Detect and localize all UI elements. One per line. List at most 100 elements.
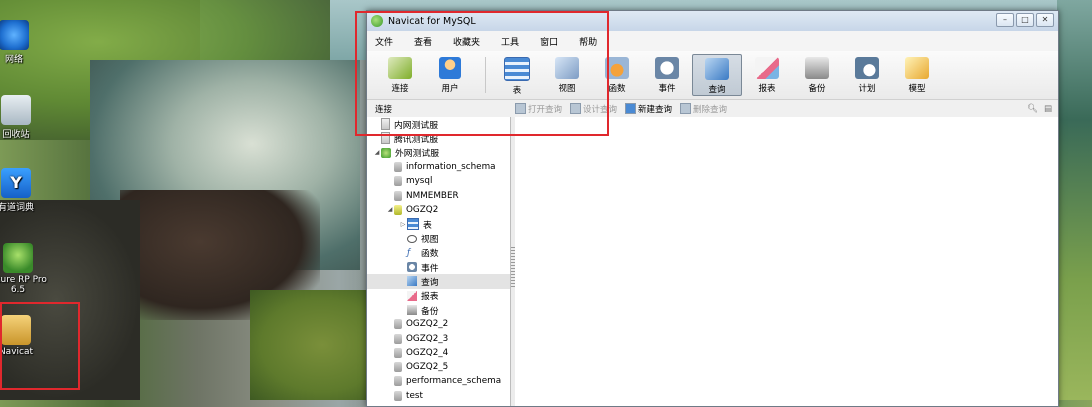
tree-item[interactable]: mysql (367, 174, 510, 188)
tree-item[interactable]: NMMEMBER (367, 188, 510, 202)
toolbar-report-button[interactable]: 报表 (742, 54, 792, 96)
toolbar-label: 函数 (608, 84, 626, 94)
pane-splitter[interactable] (511, 117, 515, 406)
tree-item-label: 外网测试服 (395, 149, 439, 160)
tree-item-label: 查询 (421, 277, 439, 288)
toolbar-backup-button[interactable]: 备份 (792, 54, 842, 96)
tree-item[interactable]: 视图 (367, 231, 510, 245)
tree-item-label: OGZQ2 (406, 204, 439, 215)
desktop-icon-network[interactable]: 网络 (0, 20, 42, 65)
tree-item[interactable]: information_schema (367, 160, 510, 174)
expander-icon[interactable]: ◢ (373, 149, 381, 156)
desktop-icon-recycle-bin[interactable]: 回收站 (0, 95, 44, 140)
toolbar-label: 计划 (858, 84, 876, 94)
button-label: 新建查询 (638, 104, 673, 115)
view-mode-icon[interactable]: ▤ (1044, 104, 1052, 114)
tree-item-label: test (406, 390, 423, 401)
tree-db-icon (394, 390, 402, 401)
tree-db-icon (394, 376, 402, 387)
desktop-icon-label: Axure RP Pro 6.5 (0, 275, 47, 295)
toolbar-model-button[interactable]: 模型 (892, 54, 942, 96)
tree-item-label: 事件 (421, 263, 439, 274)
desktop-icon-label: 回收站 (2, 130, 30, 140)
toolbar-label: 事件 (658, 84, 676, 94)
tree-item-label: OGZQ2_5 (406, 362, 449, 373)
toolbar-event-button[interactable]: 事件 (642, 54, 692, 96)
tree-item[interactable]: performance_schema (367, 374, 510, 388)
desktop-icon-youdao[interactable]: Y 有道词典 (0, 168, 44, 213)
tree-item-label: OGZQ2_2 (406, 319, 449, 330)
axure-icon (3, 243, 33, 273)
network-icon (0, 20, 29, 50)
splitter-grip[interactable] (511, 247, 515, 287)
expander-icon[interactable]: ▷ (399, 221, 407, 228)
tree-item[interactable]: OGZQ2_5 (367, 360, 510, 374)
desktop-icon-axure[interactable]: Axure RP Pro 6.5 (0, 243, 48, 295)
delete-query-button[interactable]: 删除查询 (680, 103, 727, 115)
tree-db-icon (394, 190, 402, 201)
toolbar-label: 报表 (758, 84, 776, 94)
maximize-button[interactable]: □ (1016, 13, 1034, 27)
tree-item-label: OGZQ2_4 (406, 347, 449, 358)
backup-icon (805, 57, 829, 79)
close-button[interactable]: ✕ (1036, 13, 1054, 27)
query-icon (705, 58, 729, 80)
toolbar-query-button[interactable]: 查询 (692, 54, 742, 96)
tree-item-label: 表 (423, 220, 432, 231)
event-icon (655, 57, 679, 79)
desktop-icon-label: 有道词典 (0, 203, 34, 213)
tree-query-icon (407, 276, 417, 287)
toolbar-label: 模型 (908, 84, 926, 94)
tree-func-icon: ƒ (407, 247, 411, 258)
tree-db-icon (394, 176, 402, 187)
tree-db-icon (394, 333, 402, 344)
connection-tree[interactable]: 内网测试服 腾讯测试服 ◢ 外网测试服 information_schema mysql N… (367, 117, 511, 406)
tree-item[interactable]: OGZQ2_2 (367, 317, 510, 331)
expander-icon[interactable]: ◢ (386, 206, 394, 213)
toolbar-label: 备份 (808, 84, 826, 94)
tree-db-icon (394, 162, 402, 173)
button-label: 删除查询 (693, 104, 728, 115)
new-query-button[interactable]: 新建查询 (625, 103, 672, 115)
tree-item[interactable]: ƒ 函数 (367, 246, 510, 260)
annotation-highlight-navicat (0, 302, 80, 390)
annotation-highlight-toolbar (355, 11, 609, 136)
tree-item[interactable]: ◢ OGZQ2 (367, 203, 510, 217)
tree-item-label: 视图 (421, 235, 439, 246)
tree-conn-on-icon (381, 147, 391, 158)
tree-item-label: 函数 (421, 249, 439, 260)
tree-item[interactable]: OGZQ2_3 (367, 331, 510, 345)
recycle-bin-icon (1, 95, 31, 125)
delete-query-icon (680, 103, 692, 114)
minimize-button[interactable]: – (996, 13, 1014, 27)
tree-item[interactable]: test (367, 389, 510, 403)
tree-item[interactable]: 查询 (367, 274, 510, 289)
tree-item-label: NMMEMBER (406, 190, 459, 201)
toolbar-label: 查询 (708, 85, 726, 95)
object-list-pane[interactable] (515, 117, 1058, 406)
toolbar-schedule-button[interactable]: 计划 (842, 54, 892, 96)
model-icon (905, 57, 929, 79)
desktop-icon-label: 网络 (4, 55, 23, 65)
tree-db-icon (394, 347, 402, 358)
tree-item-label: 备份 (421, 306, 439, 317)
tree-backup-icon (407, 305, 417, 315)
tree-item[interactable]: OGZQ2_4 (367, 346, 510, 360)
tree-item[interactable]: ◢ 外网测试服 (367, 146, 510, 160)
tree-table-icon (407, 218, 419, 231)
new-query-icon (625, 103, 637, 114)
tree-event-icon (407, 262, 417, 273)
tree-item[interactable]: 备份 (367, 303, 510, 317)
youdao-dict-icon: Y (1, 168, 31, 198)
search-icon[interactable]: 🔍︎ (1027, 104, 1038, 114)
tree-db-icon (394, 362, 402, 373)
tree-item-label: 报表 (421, 292, 439, 303)
tree-db-icon (394, 319, 402, 330)
tree-item[interactable]: 报表 (367, 289, 510, 303)
tree-report-icon (407, 290, 417, 301)
tree-db-on-icon (394, 204, 402, 215)
main-content: 内网测试服 腾讯测试服 ◢ 外网测试服 information_schema mysql N… (367, 117, 1058, 406)
tree-item[interactable]: ▷ 表 (367, 217, 510, 231)
tree-item[interactable]: 事件 (367, 260, 510, 274)
tree-item-label: mysql (406, 176, 433, 187)
